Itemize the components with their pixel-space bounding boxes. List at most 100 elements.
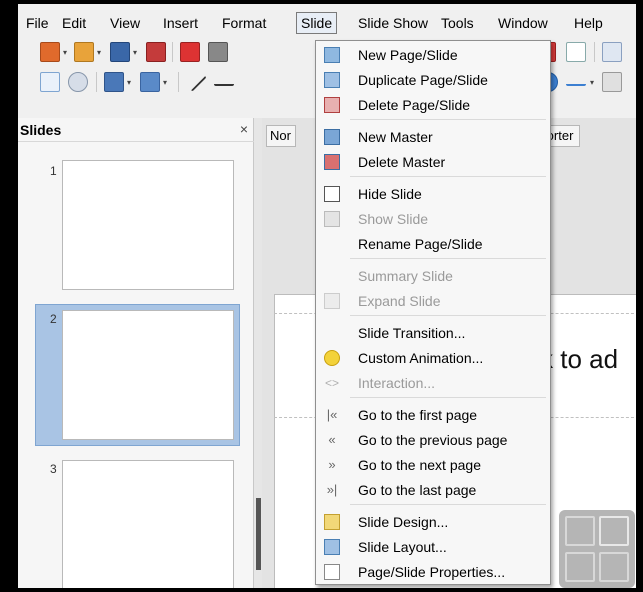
slide-number: 1: [50, 164, 57, 178]
menu-slide[interactable]: Slide: [296, 12, 338, 34]
slide-thumbnail-1[interactable]: [62, 160, 234, 290]
insert-table-icon[interactable]: [565, 516, 595, 546]
menu-separator: [350, 504, 546, 505]
menu-item-label: Custom Animation...: [358, 350, 484, 366]
insert-video-icon[interactable]: [599, 552, 629, 582]
new-document-dropdown-icon[interactable]: ▾: [63, 48, 67, 57]
slides-pane-title: Slides: [20, 122, 62, 138]
menu-item-delete-master[interactable]: Delete Master: [316, 150, 550, 174]
menu-item-slide-transition[interactable]: Slide Transition...: [316, 321, 550, 345]
edit-file-icon[interactable]: [146, 42, 166, 62]
menu-item-slide-layout[interactable]: Slide Layout...: [316, 535, 550, 559]
export-pdf-icon[interactable]: [180, 42, 200, 62]
menu-edit[interactable]: Edit: [58, 12, 90, 34]
menu-item-label: Duplicate Page/Slide: [358, 72, 488, 88]
slide-properties-icon: [324, 564, 340, 580]
tab-normal[interactable]: Nor: [266, 125, 296, 147]
menu-item-delete-page-slide[interactable]: Delete Page/Slide: [316, 93, 550, 117]
menu-item-page-slide-properties[interactable]: Page/Slide Properties...: [316, 560, 550, 584]
expand-slide-icon: [324, 293, 340, 309]
menu-item-label: New Page/Slide: [358, 47, 458, 63]
new-document-icon[interactable]: [40, 42, 60, 62]
menu-item-label: Delete Page/Slide: [358, 97, 471, 113]
menu-item-custom-animation[interactable]: Custom Animation...: [316, 346, 550, 370]
table-icon[interactable]: [602, 42, 622, 62]
slide-thumbnail-3[interactable]: [62, 460, 234, 588]
menu-separator: [350, 258, 546, 259]
double-arrow-icon[interactable]: [566, 74, 586, 86]
custom-animation-icon: [324, 350, 340, 366]
menu-item-rename-page-slide[interactable]: Rename Page/Slide: [316, 232, 550, 256]
open-dropdown-icon[interactable]: ▾: [97, 48, 101, 57]
toolbar-separator: [178, 72, 179, 92]
menu-item-expand-slide: Expand Slide: [316, 289, 550, 313]
fill-color-icon[interactable]: [140, 72, 160, 92]
new-master-icon: [324, 129, 340, 145]
menu-separator: [350, 397, 546, 398]
menu-item-slide-design[interactable]: Slide Design...: [316, 510, 550, 534]
menu-insert[interactable]: Insert: [159, 12, 202, 34]
zoom-icon[interactable]: [68, 72, 88, 92]
fill-color-dropdown-icon[interactable]: ▾: [163, 78, 167, 87]
double-arrow-dropdown-icon[interactable]: ▾: [590, 78, 594, 87]
slide-layout-icon: [324, 539, 340, 555]
line-style-icon[interactable]: [104, 72, 124, 92]
menu-item-label: Hide Slide: [358, 186, 422, 202]
slide-thumbnail-2[interactable]: [62, 310, 234, 440]
menu-item-go-to-first-page[interactable]: |« Go to the first page: [316, 403, 550, 427]
interaction-icon: <>: [324, 376, 339, 390]
align-icon[interactable]: [602, 72, 622, 92]
menu-window[interactable]: Window: [494, 12, 552, 34]
menu-item-go-to-previous-page[interactable]: « Go to the previous page: [316, 428, 550, 452]
menu-separator: [350, 315, 546, 316]
menu-item-duplicate-page-slide[interactable]: Duplicate Page/Slide: [316, 68, 550, 92]
menu-item-label: Expand Slide: [358, 293, 441, 309]
insert-chart-icon[interactable]: [599, 516, 629, 546]
menu-item-hide-slide[interactable]: Hide Slide: [316, 182, 550, 206]
toolbar-separator: [172, 42, 173, 62]
insert-image-icon[interactable]: [565, 552, 595, 582]
menu-item-new-page-slide[interactable]: New Page/Slide: [316, 43, 550, 67]
arrow-tool-icon[interactable]: [214, 74, 234, 86]
menu-slide-show[interactable]: Slide Show: [354, 12, 432, 34]
menu-item-label: Go to the first page: [358, 407, 478, 423]
previous-page-icon: «: [328, 432, 336, 447]
insert-content-buttons: [559, 510, 635, 588]
menu-item-label: Delete Master: [358, 154, 446, 170]
pane-splitter[interactable]: [254, 118, 262, 588]
open-icon[interactable]: [74, 42, 94, 62]
menu-view[interactable]: View: [106, 12, 144, 34]
menu-format[interactable]: Format: [218, 12, 270, 34]
menu-tools[interactable]: Tools: [437, 12, 478, 34]
menu-item-new-master[interactable]: New Master: [316, 125, 550, 149]
menu-help[interactable]: Help: [570, 12, 607, 34]
slide-menu-dropdown: New Page/Slide Duplicate Page/Slide Dele…: [315, 40, 551, 585]
save-dropdown-icon[interactable]: ▾: [133, 48, 137, 57]
close-icon[interactable]: ×: [240, 121, 248, 137]
splitter-grip[interactable]: [256, 498, 261, 570]
menu-item-go-to-last-page[interactable]: »| Go to the last page: [316, 478, 550, 502]
menu-item-show-slide: Show Slide: [316, 207, 550, 231]
line-tool-icon[interactable]: [185, 70, 207, 92]
menu-item-go-to-next-page[interactable]: » Go to the next page: [316, 453, 550, 477]
menu-separator: [350, 176, 546, 177]
menu-item-label: Show Slide: [358, 211, 429, 227]
menu-item-label: Go to the next page: [358, 457, 481, 473]
toolbar-separator: [96, 72, 97, 92]
menu-item-label: Slide Transition...: [358, 325, 466, 341]
menu-item-label: New Master: [358, 129, 433, 145]
menu-item-label: Slide Design...: [358, 514, 449, 530]
slides-pane-header: Slides ×: [18, 118, 254, 142]
menu-item-label: Page/Slide Properties...: [358, 564, 506, 580]
menu-item-label: Interaction...: [358, 375, 436, 391]
select-arrow-icon[interactable]: [40, 72, 60, 92]
spellcheck-icon[interactable]: [566, 42, 586, 62]
menu-item-interaction: <> Interaction...: [316, 371, 550, 395]
line-style-dropdown-icon[interactable]: ▾: [127, 78, 131, 87]
menu-file[interactable]: File: [22, 12, 53, 34]
slide-number: 2: [50, 312, 57, 326]
menu-item-label: Summary Slide: [358, 268, 453, 284]
new-slide-icon: [324, 47, 340, 63]
save-icon[interactable]: [110, 42, 130, 62]
print-icon[interactable]: [208, 42, 228, 62]
